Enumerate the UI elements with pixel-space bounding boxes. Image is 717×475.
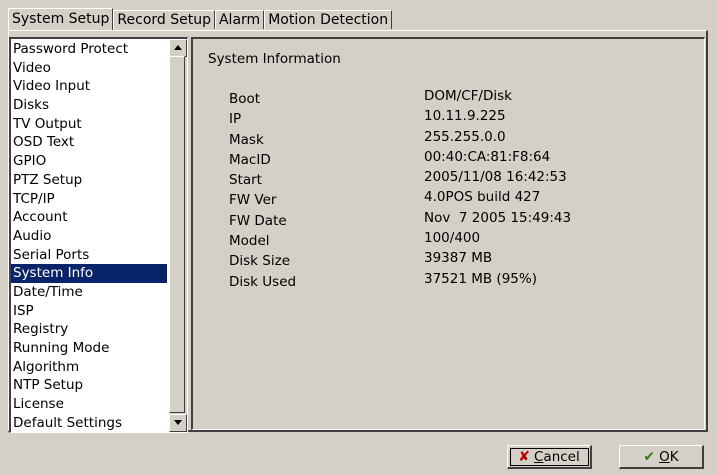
panel-title: System Information [208, 51, 341, 67]
scroll-thumb[interactable] [169, 56, 185, 413]
menu-item-isp[interactable]: ISP [11, 302, 167, 321]
menu-item-ptz-setup[interactable]: PTZ Setup [11, 171, 167, 190]
info-value: Nov 7 2005 15:49:43 [424, 209, 572, 226]
settings-menu-list[interactable]: Password Protect Video Video Input Disks TV … [9, 37, 188, 433]
cancel-button-label: Cancel [533, 448, 580, 465]
info-value: 255.255.0.0 [424, 128, 506, 145]
tab-bar: System Setup Record Setup Alarm Motion Dete… [8, 8, 393, 31]
info-label: FW Ver [229, 192, 277, 209]
info-label: FW Date [229, 212, 287, 229]
system-info-panel: System Information Boot DOM/CF/Disk IP 10.1… [191, 37, 705, 430]
tab-system-setup[interactable]: System Setup [8, 8, 114, 31]
cross-icon: ✘ [518, 448, 530, 465]
info-label: Disk Used [229, 273, 297, 290]
settings-menu-items: Password Protect Video Video Input Disks TV … [11, 40, 167, 432]
scroll-up-button[interactable] [169, 39, 187, 57]
info-value: 39387 MB [424, 250, 493, 267]
menu-item-audio[interactable]: Audio [11, 227, 167, 246]
menu-item-license[interactable]: License [11, 395, 167, 414]
ok-button-label: OK [659, 448, 679, 465]
info-label: Boot [229, 91, 261, 107]
info-label: Model [229, 233, 270, 250]
checkmark-icon: ✔ [643, 448, 656, 465]
arrow-down-icon [174, 420, 182, 425]
info-label: Disk Size [229, 253, 291, 270]
menu-item-video[interactable]: Video [11, 59, 167, 78]
tab-alarm[interactable]: Alarm [214, 10, 265, 29]
menu-item-password-protect[interactable]: Password Protect [11, 40, 167, 59]
info-value: 4.0POS build 427 [424, 189, 541, 206]
menu-item-system-info[interactable]: System Info [11, 264, 167, 283]
menu-item-registry[interactable]: Registry [11, 320, 167, 339]
menu-item-disks[interactable]: Disks [11, 96, 167, 115]
menu-item-video-input[interactable]: Video Input [11, 77, 167, 96]
tab-motion-detection[interactable]: Motion Detection [264, 10, 393, 29]
info-value: 37521 MB (95%) [424, 270, 537, 287]
info-value: 00:40:CA:81:F8:64 [424, 148, 551, 165]
info-label: IP [229, 111, 242, 128]
info-value: DOM/CF/Disk [424, 88, 512, 104]
info-label: Mask [229, 131, 264, 148]
info-value: 2005/11/08 16:42:53 [424, 169, 567, 186]
scroll-down-button[interactable] [169, 414, 187, 432]
menu-item-osd-text[interactable]: OSD Text [11, 133, 167, 152]
menu-item-serial-ports[interactable]: Serial Ports [11, 246, 167, 265]
menu-item-account[interactable]: Account [11, 208, 167, 227]
tab-record-setup[interactable]: Record Setup [113, 10, 215, 29]
cancel-button[interactable]: ✘ Cancel [507, 445, 592, 469]
menu-item-tv-output[interactable]: TV Output [11, 115, 167, 134]
menu-scrollbar[interactable] [169, 39, 187, 432]
menu-item-gpio[interactable]: GPIO [11, 152, 167, 171]
info-label: Start [229, 172, 262, 189]
menu-item-algorithm[interactable]: Algorithm [11, 358, 167, 377]
menu-item-running-mode[interactable]: Running Mode [11, 339, 167, 358]
info-value: 100/400 [424, 230, 481, 247]
menu-item-default-settings[interactable]: Default Settings [11, 414, 167, 433]
ok-button[interactable]: ✔ OK [619, 445, 704, 469]
menu-item-tcp-ip[interactable]: TCP/IP [11, 190, 167, 209]
info-value: 10.11.9.225 [424, 108, 506, 125]
menu-item-ntp-setup[interactable]: NTP Setup [11, 376, 167, 395]
menu-item-date-time[interactable]: Date/Time [11, 283, 167, 302]
info-label: MacID [229, 151, 271, 168]
arrow-up-icon [174, 45, 182, 50]
